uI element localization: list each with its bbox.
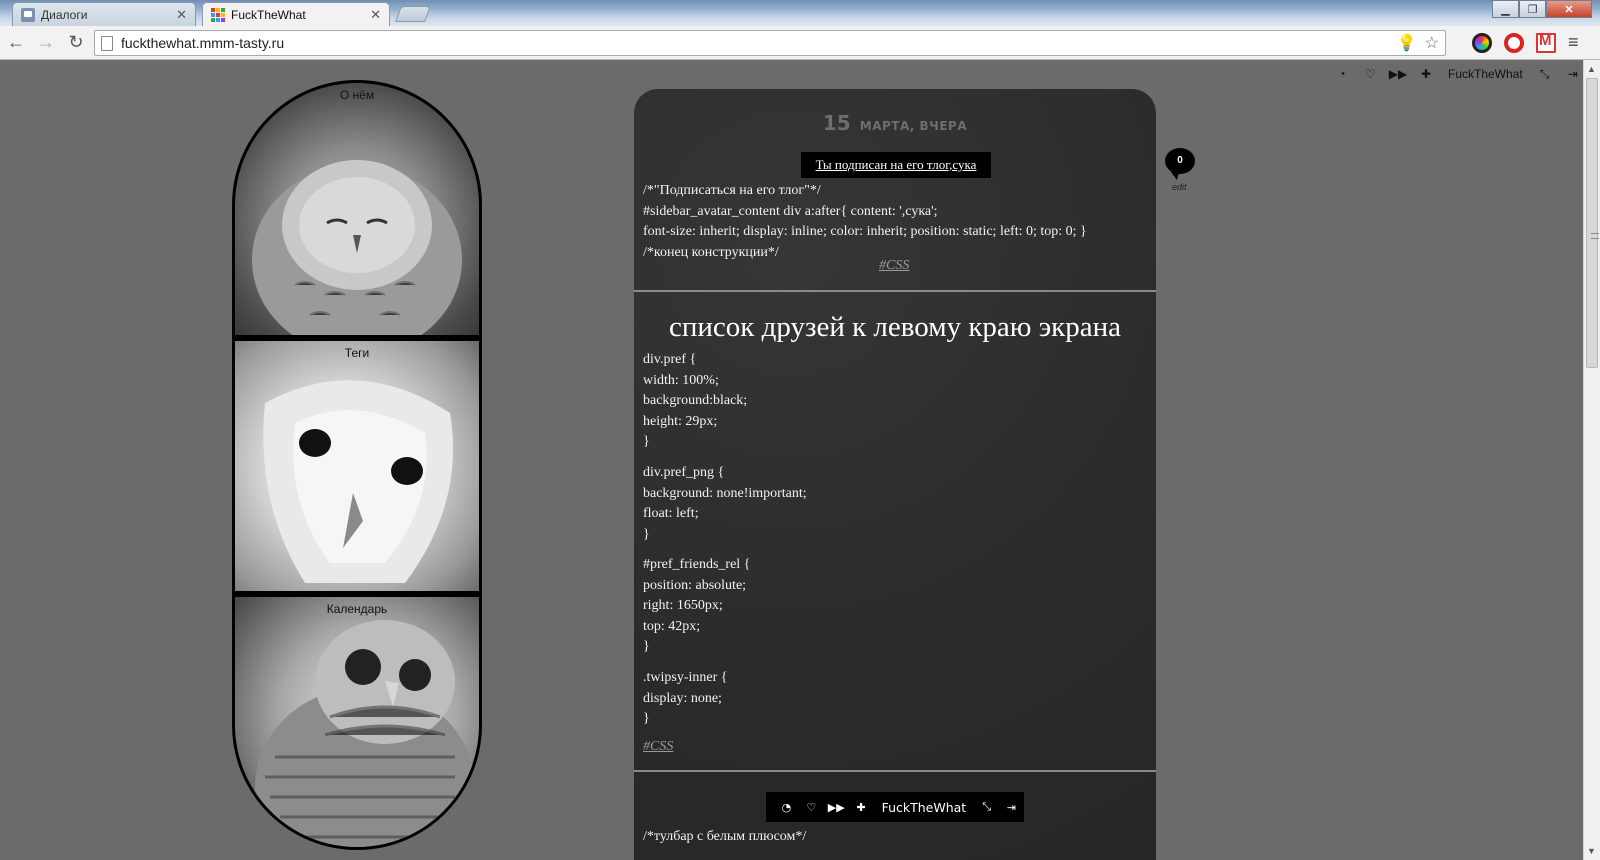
window-titlebar: Диалоги ✕ FuckTheWhat ✕ ▁ ❐ ✕ — [0, 0, 1600, 26]
user-toolbar: ◔ ♡ ▶▶ ✚ FuckTheWhat ⤡ ⇥ — [1330, 66, 1589, 82]
code-block: div.pref_png { background: none!importan… — [643, 465, 807, 542]
post-body: /*"Подписаться на его тлог"*/ #sidebar_a… — [643, 183, 1087, 260]
post-date: 15 МАРТА, ВЧЕРА — [634, 111, 1156, 135]
date-text: МАРТА, ВЧЕРА — [859, 119, 968, 133]
site-favicon-icon — [211, 7, 225, 22]
wrench-menu-icon[interactable]: ≡ — [1568, 32, 1579, 53]
gmail-extension-icon[interactable] — [1536, 32, 1556, 53]
post-column: 15 МАРТА, ВЧЕРА Ты подписан на его тлог,… — [634, 89, 1156, 860]
forward-icon[interactable]: → — [32, 29, 60, 57]
close-icon[interactable]: ✕ — [176, 7, 187, 23]
color-picker-extension-icon[interactable] — [1472, 32, 1492, 53]
sidebar-panel-label[interactable]: Календарь — [235, 602, 479, 616]
tab-label: FuckTheWhat — [231, 7, 306, 22]
plus-cross-icon: ✚ — [856, 800, 866, 814]
minimize-icon[interactable]: ▁ — [1492, 0, 1519, 18]
star-icon[interactable]: ☆ — [1425, 33, 1439, 53]
sleeping-owl-image — [252, 160, 462, 335]
close-icon[interactable]: ✕ — [370, 7, 381, 23]
sidebar-panel-label[interactable]: О нём — [235, 88, 479, 102]
grip-icon — [1591, 233, 1599, 239]
page-content: ◔ ♡ ▶▶ ✚ FuckTheWhat ⤡ ⇥ О нём Теги Кале… — [0, 60, 1583, 860]
settings-icon: ⤡ — [982, 800, 992, 813]
fast-forward-icon: ▶▶ — [827, 800, 845, 814]
maximize-icon[interactable]: ❐ — [1519, 0, 1546, 18]
logout-icon: ⇥ — [1006, 800, 1017, 814]
scroll-thumb[interactable] — [1586, 78, 1599, 368]
rss-icon[interactable]: ◔ — [1330, 66, 1354, 82]
fast-forward-icon[interactable]: ▶▶ — [1386, 66, 1410, 82]
logout-icon[interactable]: ⇥ — [1561, 66, 1585, 82]
window-controls: ▁ ❐ ✕ — [1492, 0, 1592, 18]
sidebar-avatar-capsule: О нём Теги Календарь — [232, 80, 482, 850]
tab-label: Диалоги — [41, 7, 88, 22]
code-block: div.pref { width: 100%; background:black… — [643, 352, 748, 450]
page-scrollbar[interactable]: ▲ ▼ — [1583, 60, 1600, 860]
reload-icon[interactable]: ↻ — [62, 29, 90, 57]
post-body: /*тулбар с белым плюсом*/ — [643, 829, 807, 844]
plus-cross-icon[interactable]: ✚ — [1414, 66, 1438, 82]
code-block: .twipsy-inner { display: none; } — [643, 670, 728, 727]
new-tab-button[interactable] — [395, 6, 431, 22]
sidebar-panel-label[interactable]: Теги — [235, 346, 479, 360]
browser-toolbar: ← → ↻ fuckthewhat.mmm-tasty.ru 💡 ☆ ≡ — [0, 26, 1600, 60]
post-title: список друзей к левому краю экрана — [669, 311, 1121, 343]
scroll-down-icon[interactable]: ▼ — [1587, 846, 1596, 856]
toolbar-preview: ◔ ♡ ▶▶ ✚ FuckTheWhat ⤡ ⇥ — [766, 792, 1024, 822]
tab-fuckthewhat[interactable]: FuckTheWhat ✕ — [202, 2, 390, 26]
barred-owl-image — [255, 620, 475, 847]
address-bar[interactable]: fuckthewhat.mmm-tasty.ru 💡 ☆ — [94, 30, 1446, 56]
back-icon[interactable]: ← — [2, 29, 30, 57]
lightbulb-icon[interactable]: 💡 — [1397, 33, 1417, 53]
heart-icon: ♡ — [806, 800, 817, 814]
username-link[interactable]: FuckTheWhat — [1448, 67, 1523, 81]
chat-icon — [21, 7, 35, 22]
sidebar-panel-tags[interactable]: Теги — [235, 341, 479, 591]
date-day: 15 — [822, 111, 851, 135]
subscribe-link[interactable]: Ты подписан на его тлог,сука — [801, 152, 991, 178]
page-icon — [101, 35, 113, 51]
toolbar-username: FuckTheWhat — [881, 799, 967, 815]
opera-extension-icon[interactable] — [1504, 32, 1524, 53]
tab-dialogs[interactable]: Диалоги ✕ — [12, 2, 196, 26]
code-block: #pref_friends_rel { position: absolute; … — [643, 557, 751, 655]
comment-count-bubble[interactable]: 0 — [1165, 148, 1195, 180]
sidebar-panel-calendar[interactable]: Календарь — [235, 597, 479, 847]
url-text[interactable]: fuckthewhat.mmm-tasty.ru — [121, 35, 1389, 51]
post-divider — [634, 290, 1156, 292]
window-close-icon[interactable]: ✕ — [1546, 0, 1592, 18]
sidebar-panel-about[interactable]: О нём — [235, 83, 479, 335]
tag-link[interactable]: #CSS — [643, 739, 673, 755]
heart-icon[interactable]: ♡ — [1358, 66, 1382, 82]
settings-icon[interactable]: ⤡ — [1533, 66, 1557, 82]
rss-icon: ◔ — [781, 800, 792, 814]
barn-owl-image — [263, 380, 453, 583]
tag-link[interactable]: #CSS — [879, 258, 909, 274]
scroll-up-icon[interactable]: ▲ — [1587, 64, 1596, 74]
edit-link[interactable]: edit — [1172, 182, 1187, 192]
post-divider — [634, 770, 1156, 772]
